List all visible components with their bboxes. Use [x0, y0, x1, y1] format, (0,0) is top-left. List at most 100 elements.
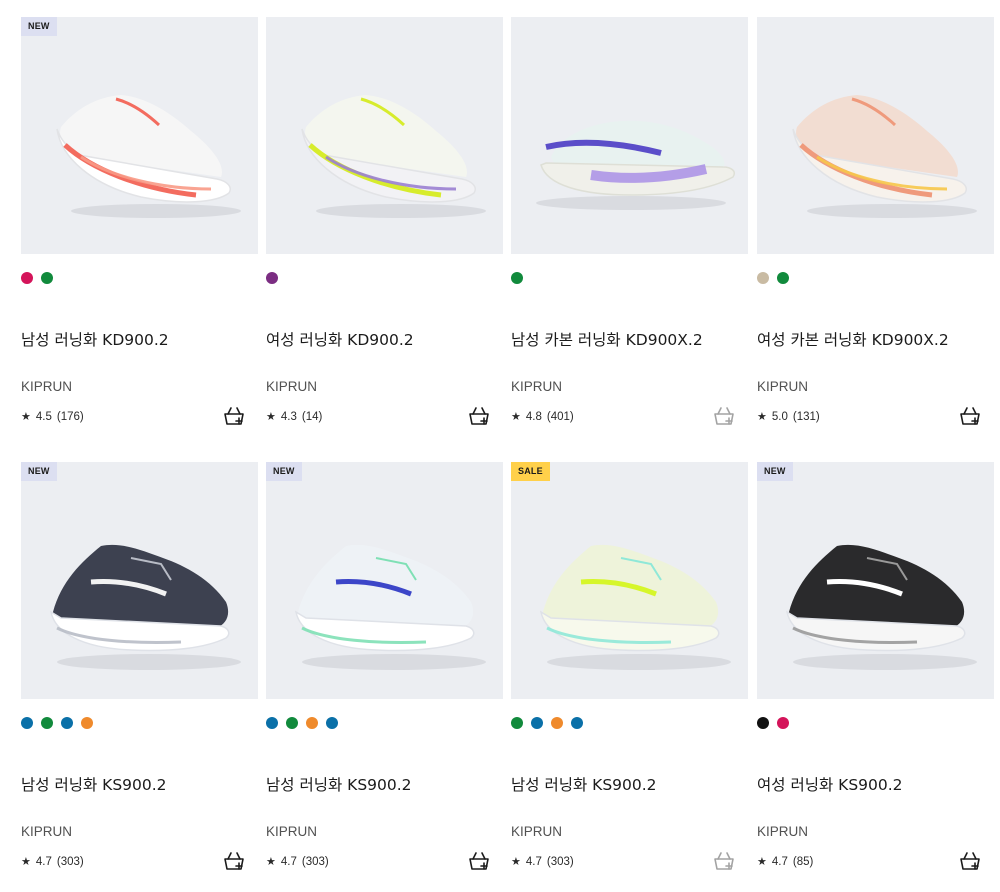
color-swatch[interactable] — [41, 717, 53, 729]
color-swatch[interactable] — [511, 717, 523, 729]
star-icon: ★ — [757, 856, 767, 868]
product-brand: KIPRUN — [511, 379, 563, 394]
basket-plus-icon — [222, 852, 246, 877]
review-count: (85) — [792, 855, 814, 868]
color-swatch[interactable] — [21, 272, 33, 284]
basket-plus-icon — [958, 407, 982, 432]
review-count: (401) — [546, 410, 574, 423]
rating-value: 4.8 — [525, 410, 542, 423]
product-brand: KIPRUN — [21, 379, 73, 394]
shoe-image — [536, 120, 735, 210]
add-to-cart-button[interactable] — [958, 849, 982, 873]
product-image[interactable] — [266, 17, 503, 254]
color-swatch[interactable] — [61, 717, 73, 729]
color-swatch[interactable] — [326, 717, 338, 729]
product-card[interactable]: 남성 카본 러닝화 KD900X.2 KIPRUN ★ 4.8 (401) — [511, 17, 748, 447]
star-icon: ★ — [21, 411, 31, 423]
product-card[interactable]: NEW 남성 러닝화 KD900.2 KIPRUN ★ 4.5 (176) — [21, 17, 258, 447]
add-to-cart-button[interactable] — [467, 404, 491, 428]
color-swatches — [757, 272, 789, 284]
add-to-cart-button[interactable] — [958, 404, 982, 428]
product-image[interactable]: NEW — [21, 17, 258, 254]
product-title[interactable]: 여성 카본 러닝화 KD900X.2 — [757, 328, 949, 350]
star-icon: ★ — [21, 856, 31, 868]
star-icon: ★ — [511, 856, 521, 868]
product-card[interactable]: 여성 러닝화 KD900.2 KIPRUN ★ 4.3 (14) — [266, 17, 503, 447]
rating-value: 4.3 — [280, 410, 297, 423]
color-swatch[interactable] — [286, 717, 298, 729]
product-brand: KIPRUN — [511, 824, 563, 839]
rating-value: 4.7 — [280, 855, 297, 868]
add-to-cart-button[interactable] — [712, 404, 736, 428]
color-swatch[interactable] — [757, 717, 769, 729]
product-card[interactable]: NEW 여성 러닝화 KS900.2 KIPRUN ★ 4.7 (85) — [757, 462, 994, 892]
product-title[interactable]: 남성 카본 러닝화 KD900X.2 — [511, 328, 703, 350]
color-swatch[interactable] — [81, 717, 93, 729]
color-swatches — [266, 717, 338, 729]
product-card[interactable]: 여성 카본 러닝화 KD900X.2 KIPRUN ★ 5.0 (131) — [757, 17, 994, 447]
rating-value: 4.5 — [35, 410, 52, 423]
color-swatches — [511, 717, 583, 729]
rating-value: 4.7 — [771, 855, 788, 868]
product-card[interactable]: SALE 남성 러닝화 KS900.2 KIPRUN ★ 4.7 (303) — [511, 462, 748, 892]
add-to-cart-button[interactable] — [712, 849, 736, 873]
product-title[interactable]: 남성 러닝화 KD900.2 — [21, 328, 169, 350]
color-swatch[interactable] — [777, 272, 789, 284]
product-image[interactable] — [511, 17, 748, 254]
color-swatch[interactable] — [531, 717, 543, 729]
color-swatch[interactable] — [777, 717, 789, 729]
product-brand: KIPRUN — [757, 379, 809, 394]
color-swatches — [511, 272, 523, 284]
shoe-image — [792, 95, 977, 218]
review-count: (303) — [301, 855, 329, 868]
basket-plus-icon — [222, 407, 246, 432]
shoe-image — [539, 544, 731, 670]
product-title[interactable]: 남성 러닝화 KS900.2 — [21, 773, 167, 795]
product-brand: KIPRUN — [757, 824, 809, 839]
product-card[interactable]: NEW 남성 러닝화 KS900.2 KIPRUN ★ 4.7 (303) — [266, 462, 503, 892]
star-icon: ★ — [266, 411, 276, 423]
product-title[interactable]: 남성 러닝화 KS900.2 — [266, 773, 412, 795]
product-rating: ★ 4.3 (14) — [266, 410, 322, 424]
product-rating: ★ 4.7 (303) — [511, 855, 574, 869]
product-image[interactable] — [757, 17, 994, 254]
color-swatch[interactable] — [266, 272, 278, 284]
color-swatch[interactable] — [306, 717, 318, 729]
color-swatch[interactable] — [21, 717, 33, 729]
basket-plus-icon — [467, 852, 491, 877]
add-to-cart-button[interactable] — [222, 404, 246, 428]
color-swatch[interactable] — [266, 717, 278, 729]
color-swatch[interactable] — [41, 272, 53, 284]
color-swatches — [757, 717, 789, 729]
product-rating: ★ 4.7 (303) — [21, 855, 84, 869]
add-to-cart-button[interactable] — [222, 849, 246, 873]
product-image[interactable]: NEW — [21, 462, 258, 699]
basket-plus-icon — [712, 407, 736, 432]
product-rating: ★ 4.5 (176) — [21, 410, 84, 424]
color-swatch[interactable] — [511, 272, 523, 284]
product-title[interactable]: 여성 러닝화 KD900.2 — [266, 328, 414, 350]
shoe-image — [785, 544, 977, 670]
product-title[interactable]: 여성 러닝화 KS900.2 — [757, 773, 903, 795]
add-to-cart-button[interactable] — [467, 849, 491, 873]
product-image[interactable]: SALE — [511, 462, 748, 699]
shoe-image — [56, 95, 241, 218]
product-badge: SALE — [511, 462, 550, 481]
product-brand: KIPRUN — [266, 824, 318, 839]
product-image[interactable]: NEW — [757, 462, 994, 699]
review-count: (303) — [546, 855, 574, 868]
color-swatch[interactable] — [551, 717, 563, 729]
color-swatch[interactable] — [757, 272, 769, 284]
shoe-image — [49, 544, 241, 670]
product-card[interactable]: NEW 남성 러닝화 KS900.2 KIPRUN ★ 4.7 (303) — [21, 462, 258, 892]
product-title[interactable]: 남성 러닝화 KS900.2 — [511, 773, 657, 795]
star-icon: ★ — [266, 856, 276, 868]
product-badge: NEW — [21, 17, 57, 36]
basket-plus-icon — [467, 407, 491, 432]
product-image[interactable]: NEW — [266, 462, 503, 699]
product-badge: NEW — [757, 462, 793, 481]
color-swatch[interactable] — [571, 717, 583, 729]
star-icon: ★ — [757, 411, 767, 423]
product-badge: NEW — [21, 462, 57, 481]
color-swatches — [21, 717, 93, 729]
